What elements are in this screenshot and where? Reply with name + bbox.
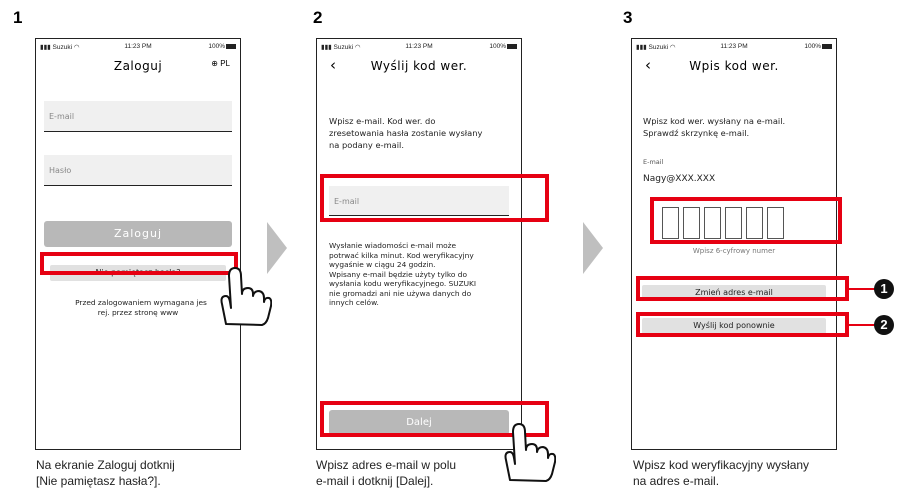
battery-icon: 100%	[804, 43, 832, 50]
register-note-line1: Przed zalogowaniem wymagana jes	[75, 298, 207, 307]
status-bar: ▮▮▮ Suzuki ◠ 11:23 PM 100%	[636, 43, 832, 53]
callout-badge-2: 2	[874, 315, 894, 335]
page-title: Wyślij kod wer.	[370, 59, 468, 73]
email-label: E-mail	[643, 158, 664, 166]
step-number-3: 3	[623, 8, 633, 27]
arrow-right-icon	[267, 222, 287, 274]
intro-text: Wpisz e-mail. Kod wer. do zresetowania h…	[329, 116, 483, 150]
intro-text: Wpisz kod wer. wysłany na e-mail. Sprawd…	[643, 116, 786, 138]
phone-screen-login: ▮▮▮ Suzuki ◠ 11:23 PM 100% Zaloguj ⊕ PL …	[35, 38, 241, 450]
clock: 11:23 PM	[720, 43, 748, 50]
highlight-resend-code	[636, 312, 849, 337]
callout-badge-1: 1	[874, 279, 894, 299]
tap-hand-icon	[220, 267, 272, 326]
battery-icon: 100%	[208, 43, 236, 50]
caption-step-2: Wpisz adres e-mail w polu e-mail i dotkn…	[316, 458, 457, 488]
status-bar: ▮▮▮ Suzuki ◠ 11:23 PM 100%	[40, 43, 236, 53]
register-note-line2: rej. przez stronę www	[97, 308, 179, 317]
caption-step-3: Wpisz kod weryfikacyjny wysłany na adres…	[633, 458, 810, 488]
phone-screen-enter-code: ▮▮▮ Suzuki ◠ 11:23 PM 100% ‹ Wpis kod we…	[631, 38, 837, 450]
email-field[interactable]: E-mail	[44, 101, 232, 132]
globe-icon: ⊕	[211, 59, 218, 68]
page-title: Wpis kod wer.	[689, 59, 779, 73]
caption-step-1: Na ekranie Zaloguj dotknij [Nie pamiętas…	[36, 458, 175, 488]
info-text: Wysłanie wiadomości e-mail może potrwać …	[329, 241, 477, 307]
step-number-2: 2	[313, 8, 323, 27]
arrow-right-icon	[583, 222, 603, 274]
callout-line-2	[849, 324, 877, 326]
clock: 11:23 PM	[405, 43, 433, 50]
language-selector[interactable]: ⊕ PL	[211, 59, 230, 68]
email-value: Nagy@XXX.XXX	[643, 174, 716, 184]
clock: 11:23 PM	[124, 43, 152, 50]
code-hint: Wpisz 6-cyfrowy numer	[692, 247, 776, 255]
page-title: Zaloguj	[113, 59, 163, 73]
highlight-change-email	[636, 276, 849, 301]
login-button[interactable]: Zaloguj	[44, 221, 232, 247]
callout-line-1	[849, 288, 877, 290]
highlight-email-field	[320, 174, 549, 222]
highlight-code-boxes	[650, 197, 842, 244]
highlight-forgot-password	[40, 252, 238, 275]
battery-icon: 100%	[489, 43, 517, 50]
step-number-1: 1	[13, 8, 23, 27]
password-field[interactable]: Hasło	[44, 155, 232, 186]
status-bar: ▮▮▮ Suzuki ◠ 11:23 PM 100%	[321, 43, 517, 53]
tap-hand-icon	[504, 423, 556, 482]
phone-screen-send-code: ▮▮▮ Suzuki ◠ 11:23 PM 100% ‹ Wyślij kod …	[316, 38, 522, 450]
